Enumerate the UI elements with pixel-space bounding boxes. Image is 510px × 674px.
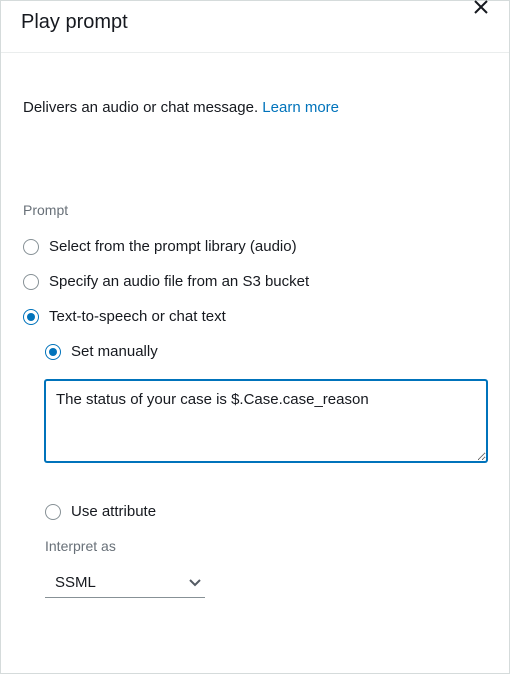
radio-label: Specify an audio file from an S3 bucket (49, 273, 309, 290)
select-value: SSML (55, 574, 96, 591)
description-text: Delivers an audio or chat message. Learn… (23, 97, 487, 118)
panel-body: Delivers an audio or chat message. Learn… (1, 53, 509, 620)
play-prompt-panel: Play prompt Delivers an audio or chat me… (0, 0, 510, 674)
close-icon (473, 0, 489, 15)
radio-s3-bucket[interactable]: Specify an audio file from an S3 bucket (23, 273, 487, 290)
prompt-radio-group: Select from the prompt library (audio) S… (23, 238, 487, 325)
tts-sub-group: Set manually Use attribute (45, 343, 487, 520)
radio-set-manually[interactable]: Set manually (45, 343, 487, 360)
radio-use-attribute[interactable]: Use attribute (45, 503, 487, 520)
radio-label: Select from the prompt library (audio) (49, 238, 297, 255)
learn-more-link[interactable]: Learn more (262, 99, 339, 116)
radio-icon (23, 239, 39, 255)
interpret-label: Interpret as (45, 538, 487, 554)
panel-title: Play prompt (21, 11, 128, 34)
radio-label: Use attribute (71, 503, 156, 520)
tts-text-input[interactable] (45, 380, 487, 462)
interpret-section: Interpret as SSML (45, 538, 487, 598)
textarea-container (45, 380, 487, 465)
prompt-section-label: Prompt (23, 202, 487, 218)
radio-icon (45, 504, 61, 520)
interpret-select[interactable]: SSML (45, 568, 205, 598)
chevron-down-icon (189, 577, 201, 589)
radio-tts[interactable]: Text-to-speech or chat text (23, 308, 487, 325)
radio-icon-selected (23, 309, 39, 325)
radio-prompt-library[interactable]: Select from the prompt library (audio) (23, 238, 487, 255)
radio-label: Text-to-speech or chat text (49, 308, 226, 325)
description-static: Delivers an audio or chat message. (23, 99, 262, 116)
radio-icon (23, 274, 39, 290)
close-button[interactable] (471, 0, 491, 17)
radio-label: Set manually (71, 343, 158, 360)
radio-icon-selected (45, 344, 61, 360)
panel-header: Play prompt (1, 1, 509, 53)
